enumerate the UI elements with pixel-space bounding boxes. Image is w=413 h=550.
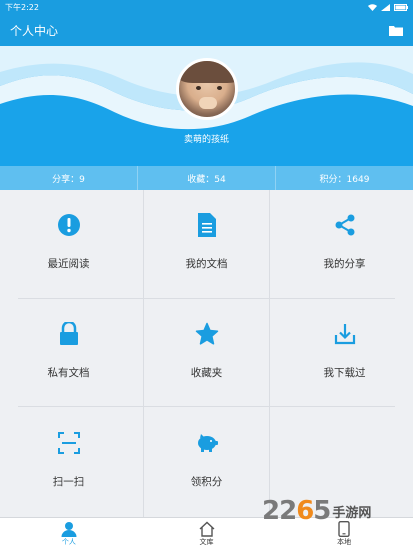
home-icon xyxy=(199,521,215,537)
watermark-number: 2265 xyxy=(262,496,331,526)
menu-private-documents[interactable]: 私有文档 xyxy=(0,299,137,408)
menu-label: 我下载过 xyxy=(323,367,366,379)
menu-label: 扫一扫 xyxy=(52,476,85,488)
menu-scan[interactable]: 扫一扫 xyxy=(0,408,137,517)
grid-divider xyxy=(18,406,395,407)
menu-my-documents[interactable]: 我的文档 xyxy=(138,190,275,299)
menu-downloaded[interactable]: 我下载过 xyxy=(276,299,413,408)
watermark-text: 手游网 xyxy=(332,505,372,521)
menu-my-shares[interactable]: 我的分享 xyxy=(276,190,413,299)
status-time: 下午2:22 xyxy=(5,2,39,12)
menu-label: 我的分享 xyxy=(323,258,366,270)
battery-icon xyxy=(394,3,408,11)
menu-label: 收藏夹 xyxy=(190,367,223,379)
stat-points[interactable]: 积分：1649 xyxy=(276,166,413,190)
menu-label: 领积分 xyxy=(190,476,223,488)
username: 卖萌的孩纸 xyxy=(183,135,229,145)
tab-label: 文库 xyxy=(199,538,214,546)
menu-label: 私有文档 xyxy=(47,367,90,379)
signal-icon xyxy=(381,3,390,11)
download-icon xyxy=(332,321,358,347)
title-bar: 个人中心 xyxy=(0,14,413,46)
page-title: 个人中心 xyxy=(10,23,59,38)
watermark-logo: 2265 手游网 xyxy=(262,496,412,526)
person-icon xyxy=(61,521,77,537)
lock-icon xyxy=(56,321,82,347)
menu-label: 最近阅读 xyxy=(47,258,90,270)
star-icon xyxy=(194,321,220,347)
document-icon xyxy=(194,212,220,238)
menu-favorites[interactable]: 收藏夹 xyxy=(138,299,275,408)
piggy-bank-icon xyxy=(194,430,220,456)
menu-label: 我的文档 xyxy=(185,258,228,270)
profile-header: 卖萌的孩纸 xyxy=(0,46,413,166)
tab-label: 本地 xyxy=(337,538,352,546)
grid-divider xyxy=(269,190,270,517)
share-icon xyxy=(332,212,358,238)
grid-divider xyxy=(18,298,395,299)
stat-favorites[interactable]: 收藏：54 xyxy=(138,166,276,190)
stats-bar: 分享：9 收藏：54 积分：1649 xyxy=(0,166,413,190)
scan-icon xyxy=(56,430,82,456)
tab-personal[interactable]: 个人 xyxy=(0,518,138,550)
exclamation-icon xyxy=(56,212,82,238)
wifi-icon xyxy=(368,3,377,11)
avatar[interactable] xyxy=(176,58,238,120)
tab-library[interactable]: 文库 xyxy=(138,518,276,550)
status-bar: 下午2:22 xyxy=(0,0,413,14)
menu-grid: 最近阅读 我的文档 我的分享 私有文档 收藏夹 我下载过 扫一扫 领积分 xyxy=(0,190,413,517)
stat-shares[interactable]: 分享：9 xyxy=(0,166,138,190)
menu-recent-reading[interactable]: 最近阅读 xyxy=(0,190,137,299)
grid-divider xyxy=(143,190,144,517)
menu-earn-points[interactable]: 领积分 xyxy=(138,408,275,517)
tab-label: 个人 xyxy=(61,538,76,546)
folder-icon[interactable] xyxy=(389,24,403,36)
